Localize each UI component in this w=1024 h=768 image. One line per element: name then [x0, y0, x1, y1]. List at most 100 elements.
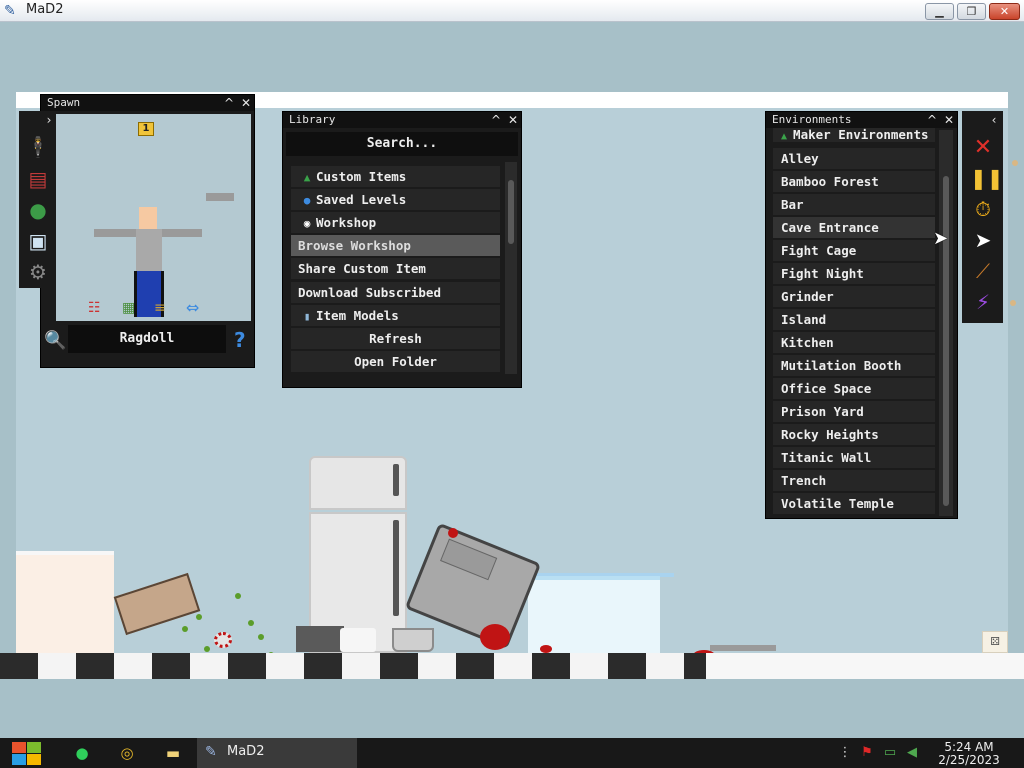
knife-tool-icon[interactable]: ⟋ [970, 258, 996, 284]
knife[interactable] [710, 645, 776, 651]
spawn-count-badge: 1 [138, 122, 154, 136]
env-item-grinder[interactable]: Grinder [773, 286, 935, 307]
goo-particle [1010, 300, 1016, 306]
flag-icon[interactable]: ⚑ [858, 745, 876, 761]
env-item-bamboo-forest[interactable]: Bamboo Forest [773, 171, 935, 192]
library-item-download-subscribed[interactable]: Download Subscribed [291, 282, 500, 303]
spawn-panel-header[interactable]: Spawn ^ ✕ [41, 95, 254, 111]
steam-icon: ◉ [303, 217, 311, 230]
preview-item [206, 193, 234, 201]
file-explorer-icon[interactable]: ▬ [163, 743, 183, 763]
maximize-button[interactable]: ❐ [957, 3, 986, 20]
library-item-share-custom-item[interactable]: Share Custom Item [291, 258, 500, 279]
delete-icon[interactable]: ✕ [970, 135, 996, 161]
pause-icon[interactable]: ❚❚ [970, 165, 1004, 191]
spawn-category-bar: › 🕴 ▤ ● ▣ ⚙ [19, 111, 59, 288]
goo-particle [196, 614, 202, 620]
frying-pan[interactable] [296, 626, 344, 652]
env-header-maker-environments[interactable]: ▲ Maker Environments [773, 128, 935, 142]
oven-panel [440, 538, 498, 581]
minimize-button[interactable]: ▁ [925, 3, 954, 20]
library-item-custom-items[interactable]: ▲ Custom Items [291, 166, 500, 187]
bow-tie[interactable] [540, 645, 552, 653]
spawn-toggle-button[interactable]: › [41, 112, 57, 128]
library-scrollbar[interactable] [505, 162, 517, 374]
network-icon[interactable]: ▭ [881, 745, 899, 761]
settings-sliders-icon[interactable]: ☷ [88, 300, 101, 316]
selected-item-field[interactable]: Ragdoll [68, 325, 226, 353]
env-item-fight-night[interactable]: Fight Night [773, 263, 935, 284]
env-item-prison-yard[interactable]: Prison Yard [773, 401, 935, 422]
cup[interactable] [340, 628, 376, 652]
pot[interactable] [392, 628, 434, 652]
library-item-item-models[interactable]: ▮ Item Models [291, 305, 500, 326]
env-item-titanic-wall[interactable]: Titanic Wall [773, 447, 935, 468]
ragdoll-category-icon[interactable]: 🕴 [24, 133, 52, 161]
help-icon[interactable]: ? [234, 328, 246, 352]
environments-scroll-thumb[interactable] [943, 176, 949, 506]
environments-panel-header[interactable]: Environments ^ ✕ [766, 112, 957, 128]
stack-icon[interactable]: ≡ [154, 300, 166, 316]
mushroom[interactable] [214, 632, 232, 648]
windows-logo-icon [12, 742, 26, 753]
library-panel-header[interactable]: Library ^ ✕ [283, 112, 521, 128]
taskbar-task-mad2[interactable]: ✎ MaD2 [197, 738, 357, 768]
spawn-collapse-button[interactable]: ^ [221, 95, 237, 111]
env-item-volatile-temple[interactable]: Volatile Temple [773, 493, 935, 514]
goo-particle [235, 593, 241, 599]
tool-panel: ‹ ✕ ❚❚ ⏱ ➤ ⟋ ⚡ [962, 111, 1004, 323]
stopwatch-icon[interactable]: ⏱ [970, 196, 996, 222]
kitchen-counter[interactable] [16, 551, 114, 653]
environments-scrollbar[interactable] [939, 130, 953, 516]
clock-time[interactable]: 5:24 AM [920, 740, 1018, 754]
library-item-browse-workshop[interactable]: Browse Workshop [291, 235, 500, 256]
globe-category-icon[interactable]: ● [24, 196, 52, 224]
goo-particle [248, 620, 254, 626]
library-close-button[interactable]: ✕ [505, 112, 521, 128]
search-icon[interactable]: 🔍 [44, 330, 66, 351]
dice-icon[interactable]: ⚄ [982, 631, 1008, 653]
env-item-cave-entrance[interactable]: Cave Entrance [773, 217, 935, 238]
env-item-fight-cage[interactable]: Fight Cage [773, 240, 935, 261]
env-item-alley[interactable]: Alley [773, 148, 935, 169]
library-collapse-button[interactable]: ^ [488, 112, 504, 128]
clock-date[interactable]: 2/25/2023 [920, 753, 1018, 767]
flip-arrows-icon[interactable]: ⇔ [186, 300, 199, 316]
tool-panel-toggle[interactable]: ‹ [986, 112, 1002, 128]
env-item-island[interactable]: Island [773, 309, 935, 330]
more-icon[interactable]: ⋮ [836, 745, 854, 761]
start-button[interactable] [10, 741, 42, 767]
lightning-icon[interactable]: ⚡ [970, 289, 996, 315]
library-panel-title: Library [289, 113, 336, 126]
env-item-rocky-heights[interactable]: Rocky Heights [773, 424, 935, 445]
env-item-mutilation-booth[interactable]: Mutilation Booth [773, 355, 935, 376]
custom-items-icon: ▲ [303, 171, 311, 184]
library-open-folder-button[interactable]: Open Folder [291, 351, 500, 372]
environments-collapse-button[interactable]: ^ [924, 112, 940, 128]
chrome-icon[interactable]: ◎ [117, 743, 137, 763]
spawn-panel-title: Spawn [47, 96, 81, 109]
goo-particle [182, 626, 188, 632]
library-item-saved-levels[interactable]: ● Saved Levels [291, 189, 500, 210]
env-item-trench[interactable]: Trench [773, 470, 935, 491]
close-button[interactable]: ✕ [989, 3, 1020, 20]
save-category-icon[interactable]: ▣ [24, 227, 52, 255]
pointer-icon[interactable]: ➤ [970, 227, 996, 253]
spawn-close-button[interactable]: ✕ [238, 95, 254, 111]
library-scroll-thumb[interactable] [508, 180, 514, 244]
glass-table[interactable] [528, 576, 660, 653]
library-search-input[interactable]: Search... [286, 132, 518, 156]
book-category-icon[interactable]: ▤ [24, 165, 52, 193]
messaging-app-icon[interactable]: ● [72, 743, 92, 763]
env-item-bar[interactable]: Bar [773, 194, 935, 215]
variants-icon[interactable]: ▦ [122, 300, 135, 316]
gear-category-icon[interactable]: ⚙ [24, 258, 52, 286]
volume-icon[interactable]: ◀ [903, 745, 921, 761]
env-item-office-space[interactable]: Office Space [773, 378, 935, 399]
library-item-workshop[interactable]: ◉ Workshop [291, 212, 500, 233]
taskbar: ● ◎ ▬ ✎ MaD2 ⋮ ⚑ ▭ ◀ 5:24 AM 2/25/2023 [0, 738, 1024, 768]
environments-close-button[interactable]: ✕ [941, 112, 957, 128]
env-item-kitchen[interactable]: Kitchen [773, 332, 935, 353]
window-titlebar: ✎ MaD2 ▁ ❐ ✕ [0, 0, 1024, 22]
library-refresh-button[interactable]: Refresh [291, 328, 500, 349]
